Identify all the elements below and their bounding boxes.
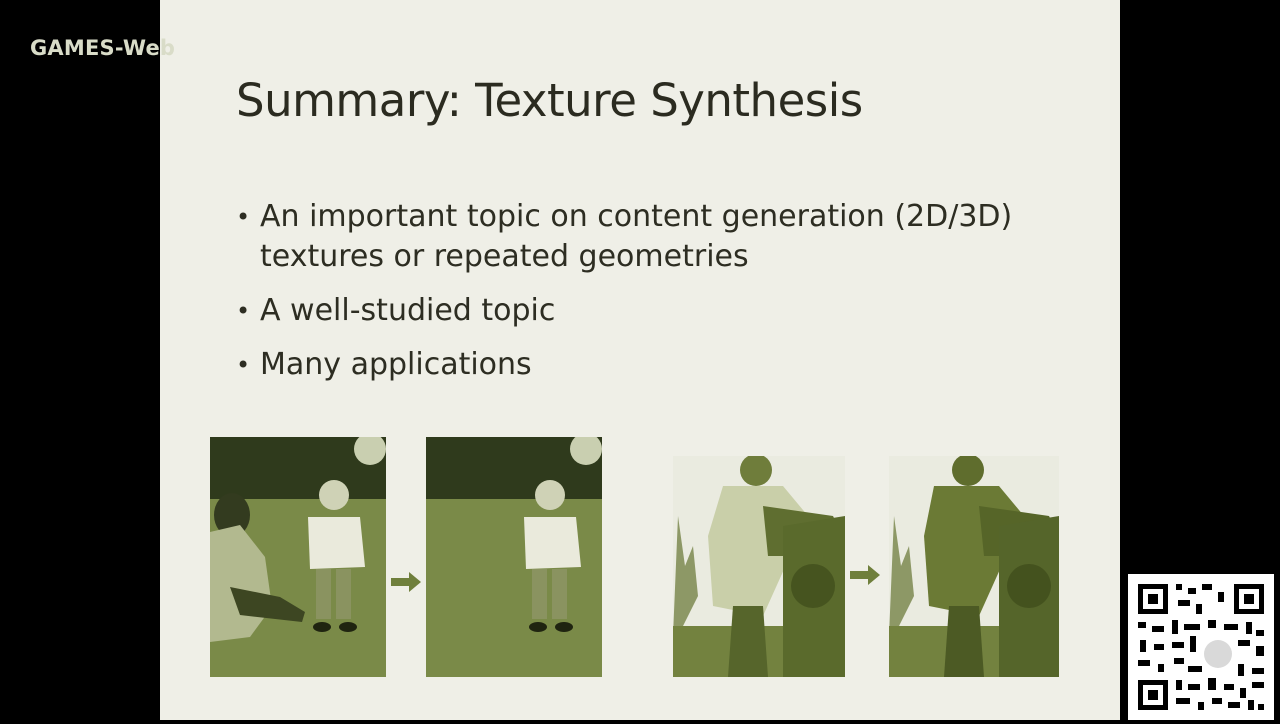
bullet-text: Many applications xyxy=(260,347,532,382)
watermark-text: GAMES-Web xyxy=(30,36,176,60)
bullet-dot: • xyxy=(236,297,251,325)
arrow-right-icon xyxy=(850,565,880,585)
bullet-dot: • xyxy=(236,203,251,231)
photo-original-statue-image xyxy=(673,456,845,677)
bullet-item: • An important topic on content generati… xyxy=(236,197,1096,277)
photo-original-statue xyxy=(673,456,845,677)
slide-title: Summary: Texture Synthesis xyxy=(236,74,863,127)
qr-code-icon xyxy=(1128,574,1274,720)
arrow-right-icon xyxy=(391,572,421,592)
photo-synthesized-child xyxy=(426,437,602,677)
bullet-item: • A well-studied topic xyxy=(236,291,1096,331)
photo-original-child xyxy=(210,437,386,677)
bullet-dot: • xyxy=(236,351,251,379)
bullet-text: A well-studied topic xyxy=(260,293,556,328)
photo-synthesized-child-image xyxy=(426,437,602,677)
photo-synthesized-statue xyxy=(889,456,1059,677)
bullet-item: • Many applications xyxy=(236,345,1096,385)
bullet-list: • An important topic on content generati… xyxy=(236,197,1096,399)
qr-code-graphic xyxy=(1128,574,1274,720)
slide: Summary: Texture Synthesis • An importan… xyxy=(160,0,1120,720)
photo-synthesized-statue-image xyxy=(889,456,1059,677)
photo-original-child-image xyxy=(210,437,386,677)
bullet-text: An important topic on content generation… xyxy=(260,199,1013,274)
